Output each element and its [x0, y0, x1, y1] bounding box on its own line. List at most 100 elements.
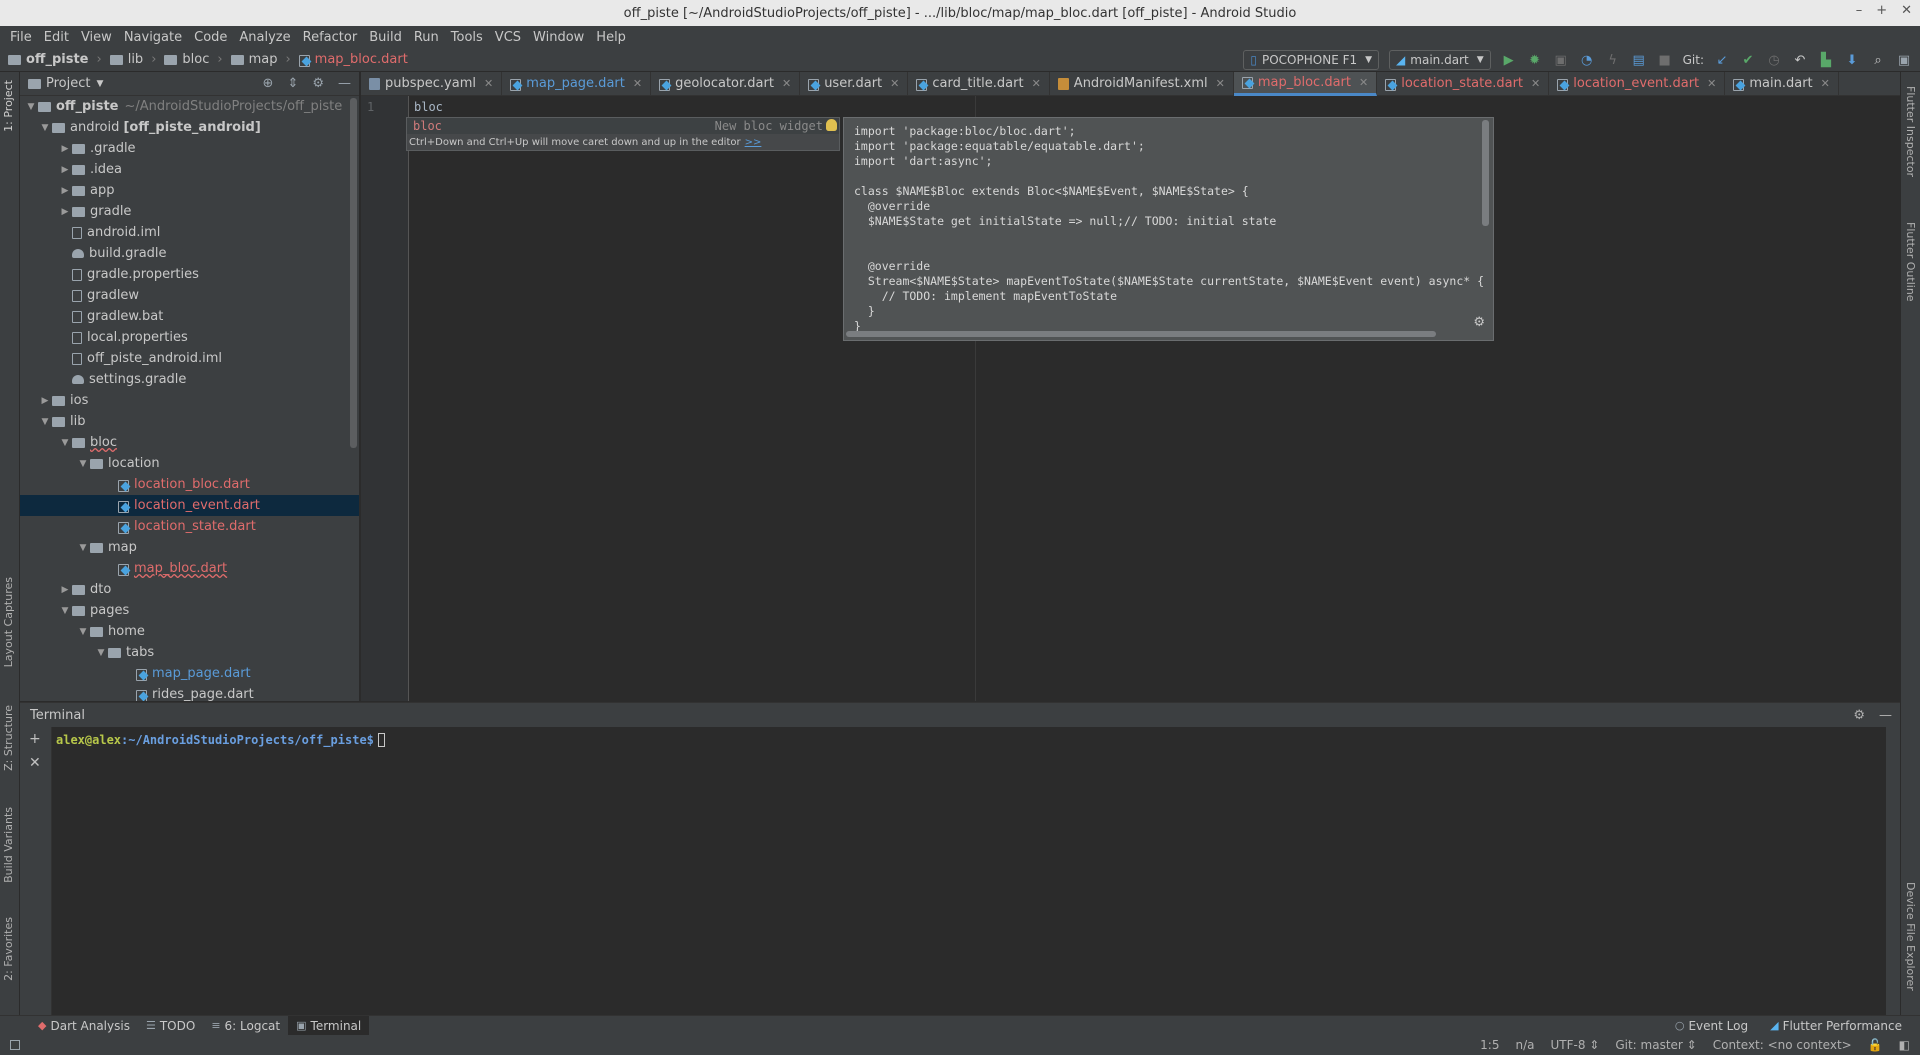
- new-session-icon[interactable]: +: [29, 731, 41, 747]
- menu-vcs[interactable]: VCS: [489, 30, 527, 45]
- tab-card-title[interactable]: card_title.dart ✕: [908, 71, 1050, 96]
- tree-item-location[interactable]: ▼ location: [20, 453, 359, 474]
- project-view-selector[interactable]: Project: [46, 76, 90, 91]
- chevron-down-icon[interactable]: ▼: [58, 438, 72, 448]
- tree-item-dto[interactable]: ▶ dto: [20, 579, 359, 600]
- menu-build[interactable]: Build: [363, 30, 408, 45]
- chevron-right-icon[interactable]: ▶: [58, 207, 72, 217]
- hot-reload-icon[interactable]: ϟ: [1605, 52, 1621, 68]
- vcs-update-icon[interactable]: ↙: [1714, 52, 1730, 68]
- tool-todo[interactable]: ☰ TODO: [138, 1016, 203, 1036]
- tool-tab-layout-captures[interactable]: Layout Captures: [2, 577, 15, 667]
- tool-terminal[interactable]: ▣ Terminal: [288, 1015, 370, 1036]
- chevron-down-icon[interactable]: ▼: [76, 459, 90, 469]
- context-status[interactable]: Context: <no context>: [1713, 1038, 1852, 1052]
- chevron-right-icon[interactable]: ▶: [38, 396, 52, 406]
- breadcrumb-map[interactable]: map ›: [230, 52, 291, 67]
- tree-item-tabs[interactable]: ▼ tabs: [20, 642, 359, 663]
- project-scrollbar[interactable]: [350, 98, 357, 448]
- tab-geolocator[interactable]: geolocator.dart ✕: [651, 71, 801, 96]
- tree-item-map-page[interactable]: map_page.dart: [20, 663, 359, 684]
- sdk-manager-icon[interactable]: ⬇: [1844, 52, 1860, 68]
- tree-item-ios[interactable]: ▶ ios: [20, 390, 359, 411]
- menu-file[interactable]: File: [4, 30, 38, 45]
- menu-run[interactable]: Run: [408, 30, 445, 45]
- breadcrumb-bloc[interactable]: bloc ›: [164, 52, 223, 67]
- vcs-commit-icon[interactable]: ✔: [1740, 52, 1756, 68]
- tree-item-dot-gradle[interactable]: ▶ .gradle: [20, 138, 359, 159]
- tree-item-gradlew[interactable]: gradlew: [20, 285, 359, 306]
- tree-item-idea[interactable]: ▶ .idea: [20, 159, 359, 180]
- vcs-revert-icon[interactable]: ↶: [1792, 52, 1808, 68]
- completion-item-bloc[interactable]: bloc New bloc widget: [407, 118, 839, 134]
- apply-changes-icon[interactable]: ▤: [1631, 52, 1647, 68]
- chevron-down-icon[interactable]: ▼: [76, 627, 90, 637]
- menu-tools[interactable]: Tools: [445, 30, 489, 45]
- tree-item-android-iml[interactable]: android.iml: [20, 222, 359, 243]
- tree-item-gradlew-bat[interactable]: gradlew.bat: [20, 306, 359, 327]
- minimize-button[interactable]: –: [1856, 3, 1863, 18]
- tool-tab-build-variants[interactable]: Build Variants: [2, 807, 15, 883]
- chevron-right-icon[interactable]: ▶: [58, 165, 72, 175]
- run-with-coverage-icon[interactable]: ▣: [1553, 52, 1569, 68]
- tab-map-bloc[interactable]: map_bloc.dart ✕: [1233, 71, 1378, 96]
- tool-tab-device-file-explorer[interactable]: Device File Explorer: [1904, 882, 1917, 991]
- chevron-down-icon[interactable]: ▼: [38, 123, 52, 133]
- tree-item-location-state[interactable]: location_state.dart: [20, 516, 359, 537]
- profile-icon[interactable]: ◔: [1579, 52, 1595, 68]
- run-config-selector[interactable]: ◢ main.dart ▼: [1389, 50, 1491, 70]
- tab-pubspec-yaml[interactable]: pubspec.yaml ✕: [361, 71, 503, 96]
- tree-item-map-bloc[interactable]: map_bloc.dart: [20, 558, 359, 579]
- tree-item-settings-gradle[interactable]: settings.gradle: [20, 369, 359, 390]
- gear-icon[interactable]: ⚙: [1853, 708, 1865, 723]
- breadcrumb-project[interactable]: off_piste ›: [8, 52, 102, 67]
- close-icon[interactable]: ✕: [484, 77, 493, 90]
- maximize-button[interactable]: +: [1876, 3, 1887, 18]
- tool-tab-structure[interactable]: Z: Structure: [2, 705, 15, 771]
- chevron-right-icon[interactable]: ▶: [58, 186, 72, 196]
- breadcrumb-lib[interactable]: lib ›: [109, 52, 156, 67]
- tool-logcat[interactable]: ≡ 6: Logcat: [203, 1016, 288, 1036]
- close-session-icon[interactable]: ✕: [29, 755, 41, 771]
- lightbulb-icon[interactable]: [826, 119, 837, 131]
- completion-hint-link[interactable]: >>: [745, 137, 762, 148]
- tree-item-gradle-properties[interactable]: gradle.properties: [20, 264, 359, 285]
- locate-file-icon[interactable]: ⊕: [263, 76, 274, 91]
- stop-icon[interactable]: ■: [1657, 52, 1673, 68]
- close-icon[interactable]: ✕: [1032, 77, 1041, 90]
- tree-item-lib[interactable]: ▼ lib: [20, 411, 359, 432]
- collapse-all-icon[interactable]: ⇕: [287, 76, 298, 91]
- tool-tab-flutter-inspector[interactable]: Flutter Inspector: [1904, 86, 1917, 177]
- tree-item-off-piste[interactable]: ▼ off_piste ~/AndroidStudioProjects/off_pi…: [20, 96, 359, 117]
- close-icon[interactable]: ✕: [1531, 77, 1540, 90]
- tree-item-gradle[interactable]: ▶ gradle: [20, 201, 359, 222]
- tree-item-android[interactable]: ▼ android [off_piste_android]: [20, 117, 359, 138]
- chevron-down-icon[interactable]: ▼: [76, 543, 90, 553]
- tool-dart-analysis[interactable]: ◆ Dart Analysis: [30, 1016, 138, 1036]
- close-icon[interactable]: ✕: [890, 77, 899, 90]
- device-selector[interactable]: ▯ POCOPHONE F1 ▼: [1243, 50, 1380, 70]
- tool-tab-favorites[interactable]: 2: Favorites: [2, 917, 15, 981]
- tree-item-app[interactable]: ▶ app: [20, 180, 359, 201]
- git-branch[interactable]: Git: master ⇕: [1615, 1038, 1696, 1052]
- menu-help[interactable]: Help: [590, 30, 632, 45]
- preview-vertical-scrollbar[interactable]: [1482, 120, 1489, 226]
- menu-window[interactable]: Window: [527, 30, 590, 45]
- hide-panel-icon[interactable]: —: [1879, 708, 1892, 723]
- run-icon[interactable]: ▶: [1501, 52, 1517, 68]
- tree-item-location-bloc[interactable]: location_bloc.dart: [20, 474, 359, 495]
- tree-item-off-piste-android-iml[interactable]: off_piste_android.iml: [20, 348, 359, 369]
- tree-item-home[interactable]: ▼ home: [20, 621, 359, 642]
- close-icon[interactable]: ✕: [1359, 76, 1368, 89]
- tool-tab-project[interactable]: 1: Project: [2, 80, 15, 132]
- hide-panel-icon[interactable]: —: [338, 76, 351, 91]
- tree-item-rides-page[interactable]: rides_page.dart: [20, 684, 359, 701]
- tree-item-location-event[interactable]: location_event.dart: [20, 495, 359, 516]
- tab-map-page[interactable]: map_page.dart ✕: [502, 71, 652, 96]
- close-icon[interactable]: ✕: [633, 77, 642, 90]
- tree-item-map[interactable]: ▼ map: [20, 537, 359, 558]
- chevron-down-icon[interactable]: ▼: [24, 102, 38, 112]
- tab-location-state[interactable]: location_state.dart ✕: [1377, 71, 1550, 96]
- close-icon[interactable]: ✕: [782, 77, 791, 90]
- chevron-down-icon[interactable]: ▼: [94, 648, 108, 658]
